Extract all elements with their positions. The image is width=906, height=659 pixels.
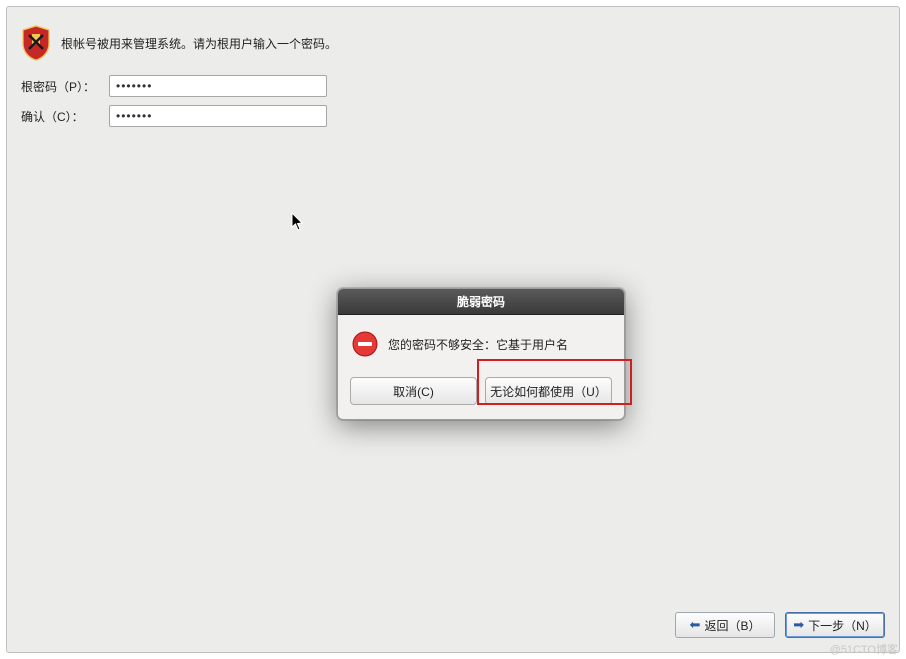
dialog-buttons: 取消(C) 无论如何都使用（U） — [338, 371, 624, 419]
use-anyway-button[interactable]: 无论如何都使用（U） — [485, 377, 612, 405]
dialog-body: 您的密码不够安全：它基于用户名 — [338, 315, 624, 371]
header-row: 根帐号被用来管理系统。请为根用户输入一个密码。 — [7, 7, 899, 69]
next-button-label: 下一步（N） — [808, 617, 877, 634]
confirm-password-input[interactable] — [109, 105, 327, 127]
arrow-right-icon: ➡ — [793, 617, 804, 633]
dialog-title: 脆弱密码 — [338, 289, 624, 315]
root-password-label: 根密码（P）： — [21, 78, 103, 95]
weak-password-dialog: 脆弱密码 您的密码不够安全：它基于用户名 取消(C) 无论如何都使用（U） — [337, 288, 625, 420]
dialog-message: 您的密码不够安全：它基于用户名 — [388, 336, 568, 353]
arrow-left-icon: ⬅ — [690, 617, 701, 633]
main-panel: 根帐号被用来管理系统。请为根用户输入一个密码。 根密码（P）： 确认（C）： 脆… — [6, 6, 900, 653]
watermark: @51CTO博客 — [830, 641, 898, 657]
mouse-cursor — [291, 212, 305, 232]
header-text: 根帐号被用来管理系统。请为根用户输入一个密码。 — [61, 35, 337, 52]
password-row: 根密码（P）： — [21, 75, 887, 97]
root-password-input[interactable] — [109, 75, 327, 97]
next-button[interactable]: ➡ 下一步（N） — [785, 612, 885, 638]
footer-buttons: ⬅ 返回（B） ➡ 下一步（N） — [675, 612, 885, 638]
confirm-row: 确认（C）： — [21, 105, 887, 127]
shield-icon — [21, 25, 51, 61]
cancel-button[interactable]: 取消(C) — [350, 377, 477, 405]
confirm-password-label: 确认（C）： — [21, 108, 103, 125]
back-button[interactable]: ⬅ 返回（B） — [675, 612, 775, 638]
error-icon — [352, 331, 378, 357]
back-button-label: 返回（B） — [704, 617, 760, 634]
password-form: 根密码（P）： 确认（C）： — [7, 69, 899, 127]
